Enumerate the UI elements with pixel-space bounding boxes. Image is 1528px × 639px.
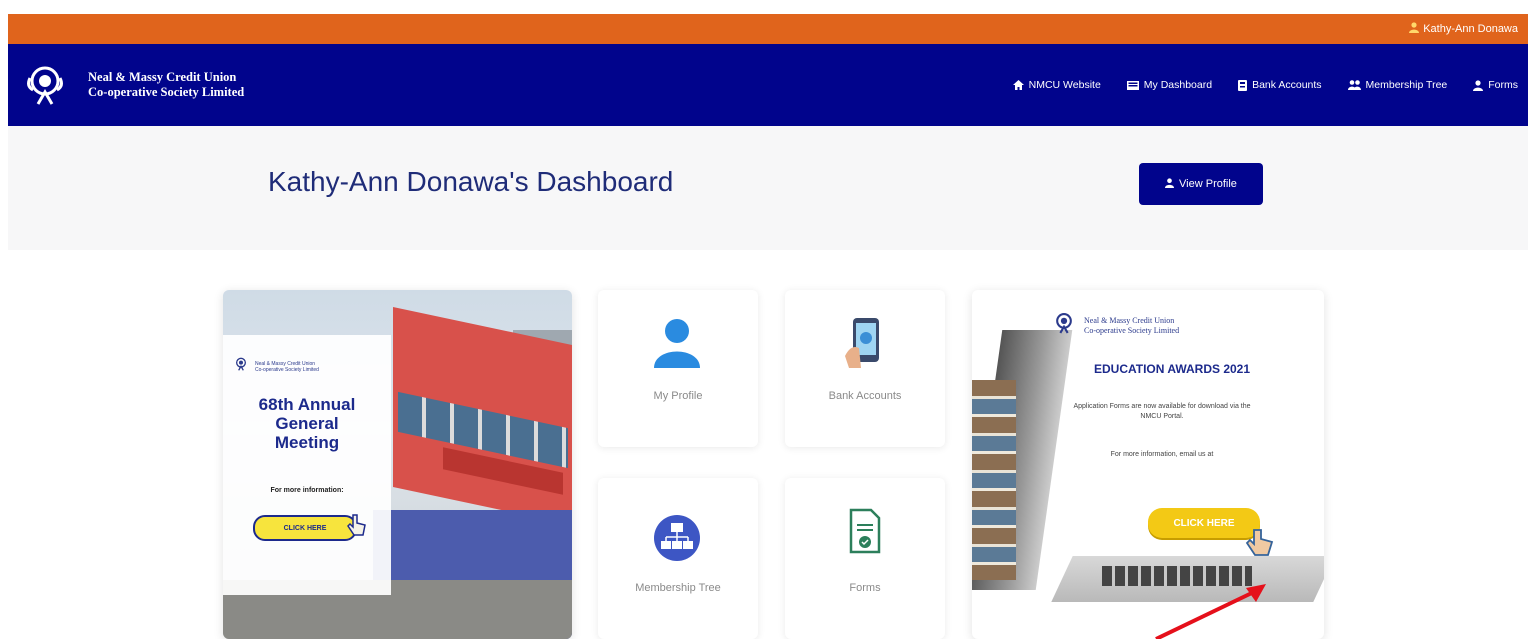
user-name: Kathy-Ann Donawa (1423, 23, 1518, 35)
user-bar: Kathy-Ann Donawa (8, 14, 1528, 44)
agm-title: 68th Annual General Meeting (223, 395, 391, 452)
view-profile-button[interactable]: View Profile (1139, 163, 1263, 205)
agm-banner[interactable]: Neal & Massy Credit Union Co-operative S… (223, 290, 572, 639)
tile-my-profile[interactable]: My Profile (598, 290, 758, 447)
dashboard-header: Kathy-Ann Donawa's Dashboard View Profil… (8, 126, 1528, 250)
awards-title: EDUCATION AWARDS 2021 (1093, 362, 1251, 376)
nav-my-dashboard-label: My Dashboard (1143, 79, 1213, 91)
agm-click-here-button[interactable]: CLICK HERE (253, 515, 357, 541)
awards-org-line-2: Co-operative Society Limited (1084, 325, 1180, 335)
users-icon (1347, 80, 1361, 90)
user-icon (1165, 177, 1175, 191)
user-icon (1409, 22, 1420, 36)
credit-union-logo-icon (24, 64, 66, 106)
agm-overlay: Neal & Massy Credit Union Co-operative S… (223, 335, 391, 595)
tile-membership-tree-label: Membership Tree (635, 582, 721, 594)
nav-forms[interactable]: Forms (1473, 79, 1518, 91)
nav-membership-tree[interactable]: Membership Tree (1347, 79, 1448, 91)
nav-forms-label: Forms (1488, 79, 1518, 91)
agm-info-text: For more information: (270, 487, 344, 494)
tile-bank-accounts-label: Bank Accounts (828, 390, 902, 402)
credit-union-logo-icon (1052, 312, 1076, 339)
hand-pointer-icon (345, 513, 367, 544)
mobile-banking-icon (845, 316, 883, 373)
tile-forms[interactable]: Forms (785, 478, 945, 639)
agm-logo: Neal & Massy Credit Union Co-operative S… (233, 357, 319, 376)
home-icon (1012, 80, 1024, 90)
awards-description: Application Forms are now available for … (1073, 403, 1251, 420)
education-awards-banner[interactable]: Neal & Massy Credit Union Co-operative S… (972, 290, 1324, 639)
nav-bank-accounts[interactable]: Bank Accounts (1238, 79, 1322, 91)
credit-union-logo-icon (233, 357, 249, 376)
top-strip (0, 0, 1528, 14)
nav-nmcu-website-label: NMCU Website (1028, 79, 1101, 91)
brand-line-2: Co-operative Society Limited (88, 85, 245, 99)
awards-contact-text: For more information, email us at (1110, 451, 1214, 458)
page-title: Kathy-Ann Donawa's Dashboard (268, 166, 674, 197)
nav-nmcu-website[interactable]: NMCU Website (1012, 79, 1101, 91)
books-stack (972, 380, 1016, 580)
nav-my-dashboard[interactable]: My Dashboard (1126, 79, 1213, 91)
nav-links: NMCU Website My Dashboard Bank Accounts … (987, 79, 1528, 91)
person-icon (654, 318, 700, 373)
agm-title-line-3: Meeting (274, 433, 340, 452)
tile-forms-label: Forms (849, 582, 881, 594)
agm-org-line-1: Neal & Massy Credit Union (255, 360, 316, 367)
brand-name: Neal & Massy Credit Union Co-operative S… (88, 70, 244, 100)
awards-logo: Neal & Massy Credit Union Co-operative S… (1052, 312, 1179, 339)
main-navbar: Neal & Massy Credit Union Co-operative S… (8, 44, 1528, 126)
user-icon (1473, 79, 1484, 91)
nav-membership-tree-label: Membership Tree (1365, 79, 1448, 91)
tile-membership-tree[interactable]: Membership Tree (598, 478, 758, 639)
laptop-keys (1102, 566, 1252, 586)
brand[interactable]: Neal & Massy Credit Union Co-operative S… (24, 64, 244, 106)
brand-line-1: Neal & Massy Credit Union (88, 70, 237, 84)
nav-bank-accounts-label: Bank Accounts (1252, 79, 1322, 91)
hand-pointer-icon (1244, 526, 1278, 565)
view-profile-label: View Profile (1179, 178, 1237, 190)
awards-org-line-1: Neal & Massy Credit Union (1084, 315, 1175, 325)
tile-my-profile-label: My Profile (653, 390, 703, 402)
membership-tree-icon (653, 514, 701, 567)
agm-org-line-2: Co-operative Society Limited (255, 366, 319, 373)
bank-icon (1238, 79, 1248, 91)
agm-title-line-2: General (275, 414, 339, 433)
dashboard-icon (1126, 80, 1139, 90)
tile-bank-accounts[interactable]: Bank Accounts (785, 290, 945, 447)
forms-icon (849, 508, 881, 559)
user-menu[interactable]: Kathy-Ann Donawa (1409, 22, 1518, 36)
agm-title-line-1: 68th Annual (258, 395, 356, 414)
